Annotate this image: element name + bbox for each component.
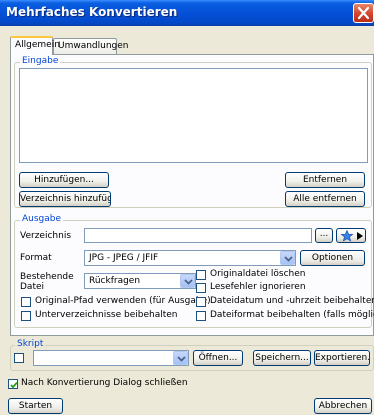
tab-label: Umwandlungen — [58, 41, 129, 51]
export-script-button[interactable]: Exportieren... — [314, 350, 370, 366]
remove-label: Entfernen — [302, 175, 348, 185]
open-script-label: Öffnen... — [198, 353, 238, 363]
existing-file-label-line2: Datei — [20, 282, 45, 292]
ignore-read-errors-label: Lesefehler ignorieren — [210, 282, 306, 292]
arrow-right-icon — [357, 232, 363, 240]
add-directory-button[interactable]: Verzeichnis hinzufügen... — [19, 191, 111, 207]
ausgabe-legend: Ausgabe — [20, 214, 64, 224]
star-icon — [340, 230, 354, 242]
original-path-label: Original-Pfad verwenden (für Ausgabe) — [35, 296, 211, 306]
add-files-label: Hinzufügen... — [34, 175, 94, 185]
remove-all-label: Alle entfernen — [293, 194, 357, 204]
chevron-down-icon — [184, 279, 193, 285]
checkmark-icon — [10, 381, 18, 389]
tab-allgemein[interactable]: Allgemein — [10, 36, 60, 55]
remove-all-button[interactable]: Alle entfernen — [285, 191, 365, 207]
browse-button[interactable]: ... — [315, 228, 333, 243]
ignore-read-errors-checkbox[interactable] — [196, 283, 206, 293]
format-value: JPG - JPEG / JFIF — [89, 253, 159, 263]
eingabe-legend: Eingabe — [20, 56, 61, 66]
close-after-conversion-checkbox[interactable] — [8, 379, 18, 389]
format-select[interactable]: JPG - JPEG / JFIF — [84, 250, 296, 266]
tab-umwandlungen[interactable]: Umwandlungen — [53, 38, 129, 55]
keep-file-format-checkbox[interactable] — [196, 311, 206, 321]
skript-legend: Skript — [15, 339, 46, 349]
format-dropdown-button[interactable] — [280, 251, 295, 265]
start-label: Starten — [18, 401, 53, 411]
existing-file-label: Bestehende Datei — [20, 272, 74, 292]
directory-label: Verzeichnis — [20, 231, 72, 241]
add-directory-label: Verzeichnis hinzufügen... — [20, 194, 110, 204]
export-script-label: Exportieren... — [315, 353, 370, 363]
browse-label: ... — [319, 229, 329, 239]
keep-file-format-label: Dateiformat beibehalten (falls möglich) — [210, 310, 374, 320]
cancel-button[interactable]: Abbrechen — [314, 398, 372, 414]
open-script-button[interactable]: Öffnen... — [193, 350, 243, 366]
input-file-list[interactable] — [19, 68, 368, 163]
script-enable-checkbox[interactable] — [14, 353, 24, 363]
script-dropdown-button[interactable] — [173, 351, 188, 365]
existing-file-value: Rückfragen — [89, 276, 141, 286]
script-select[interactable] — [33, 350, 189, 366]
existing-file-dropdown-button[interactable] — [180, 274, 195, 288]
start-button[interactable]: Starten — [8, 398, 63, 414]
window-title: Mehrfaches Konvertieren — [6, 5, 178, 19]
add-files-button[interactable]: Hinzufügen... — [19, 172, 109, 188]
original-path-checkbox[interactable] — [21, 297, 31, 307]
format-label: Format — [20, 253, 52, 263]
keep-file-date-label: Dateidatum und -uhrzeit beibehalten — [210, 296, 374, 306]
close-button[interactable] — [353, 3, 374, 23]
remove-button[interactable]: Entfernen — [285, 172, 365, 188]
options-button[interactable]: Optionen — [300, 250, 365, 266]
options-label: Optionen — [311, 253, 354, 263]
save-script-button[interactable]: Speichern... — [253, 350, 311, 366]
close-after-conversion-label: Nach Konvertierung Dialog schließen — [21, 378, 188, 388]
keep-subdirectories-checkbox[interactable] — [21, 311, 31, 321]
delete-original-checkbox[interactable] — [196, 270, 206, 280]
existing-file-label-line1: Bestehende — [20, 272, 74, 282]
save-script-label: Speichern... — [255, 353, 309, 363]
chevron-down-icon — [177, 356, 186, 362]
tab-label: Allgemein — [15, 40, 60, 50]
delete-original-label: Originaldatei löschen — [210, 269, 306, 279]
cancel-label: Abbrechen — [318, 401, 368, 411]
chevron-down-icon — [284, 256, 293, 262]
close-icon — [357, 6, 370, 20]
directory-input[interactable] — [84, 228, 312, 243]
keep-subdirectories-label: Unterverzeichnisse beibehalten — [35, 310, 178, 320]
keep-file-date-checkbox[interactable] — [196, 297, 206, 307]
favorites-button[interactable] — [336, 228, 366, 243]
